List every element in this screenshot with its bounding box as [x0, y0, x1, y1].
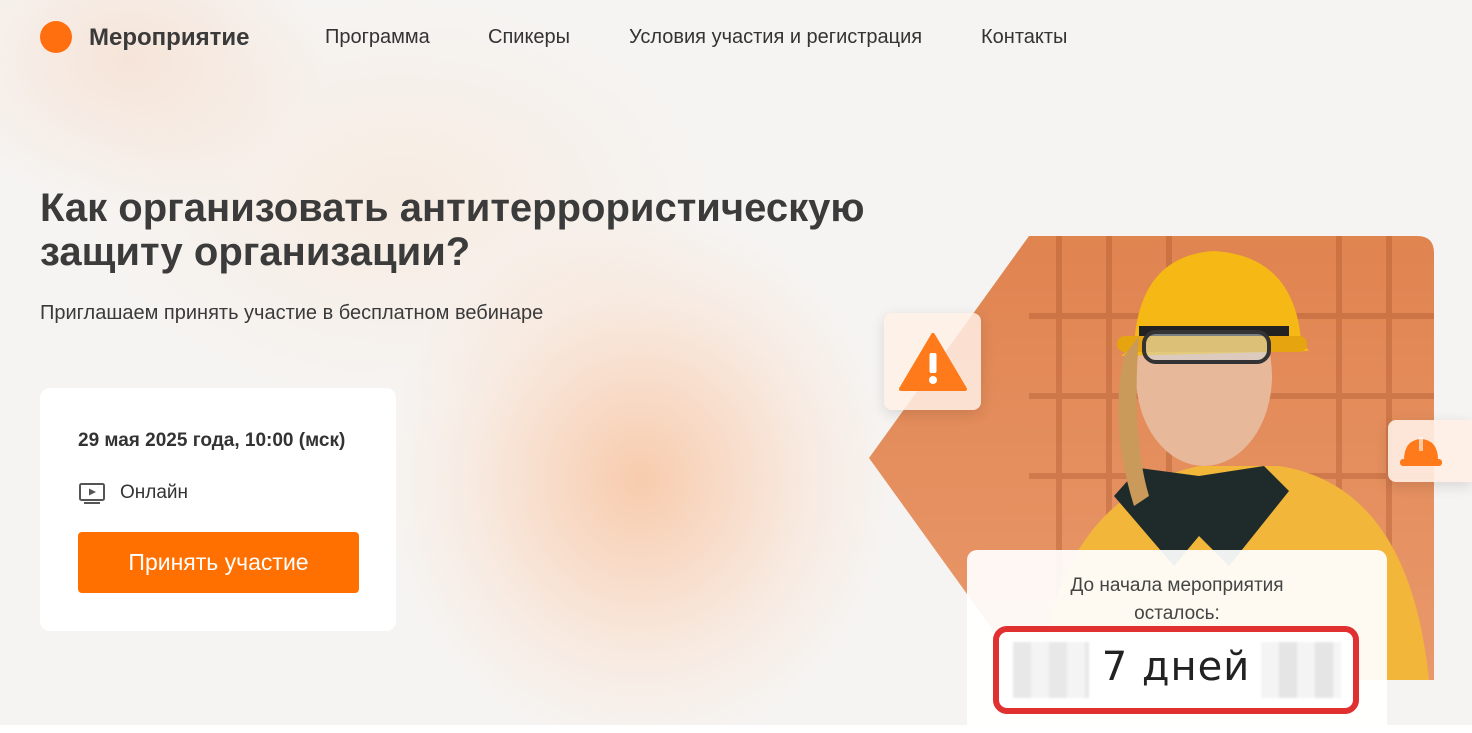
warning-badge: [884, 313, 981, 410]
page-title: Как организовать антитеррористическую за…: [40, 186, 865, 274]
countdown-label-text: До начала мероприятия осталось:: [1070, 575, 1284, 624]
join-button[interactable]: Принять участие: [78, 532, 359, 593]
hard-hat-icon: [1400, 437, 1442, 466]
logo-text[interactable]: Мероприятие: [89, 24, 249, 52]
event-format-label: Онлайн: [120, 482, 189, 503]
nav-item-program[interactable]: Программа: [325, 26, 430, 49]
event-card: 29 мая 2025 года, 10:00 (мск) Онлайн При…: [40, 388, 396, 631]
page-subtitle: Приглашаем принять участие в бесплатном …: [40, 302, 544, 324]
event-format: Онлайн: [78, 481, 188, 505]
logo-circle-icon[interactable]: [40, 21, 72, 53]
event-date: 29 мая 2025 года, 10:00 (мск): [78, 430, 346, 451]
countdown-panel: До начала мероприятия осталось: 7 дней: [967, 550, 1387, 733]
countdown-label: До начала мероприятия осталось:: [967, 572, 1387, 628]
nav-item-speakers[interactable]: Спикеры: [488, 26, 570, 49]
nav-item-conditions[interactable]: Условия участия и регистрация: [629, 26, 922, 49]
video-play-icon: [79, 483, 105, 504]
helmet-badge: [1388, 420, 1472, 482]
countdown-value: 7 дней: [1101, 644, 1251, 690]
warning-triangle-icon: [898, 332, 967, 391]
site-header: Мероприятие Программа Спикеры Условия уч…: [0, 0, 1472, 72]
nav-item-contacts[interactable]: Контакты: [981, 26, 1067, 49]
countdown-value-box: 7 дней: [993, 626, 1359, 714]
